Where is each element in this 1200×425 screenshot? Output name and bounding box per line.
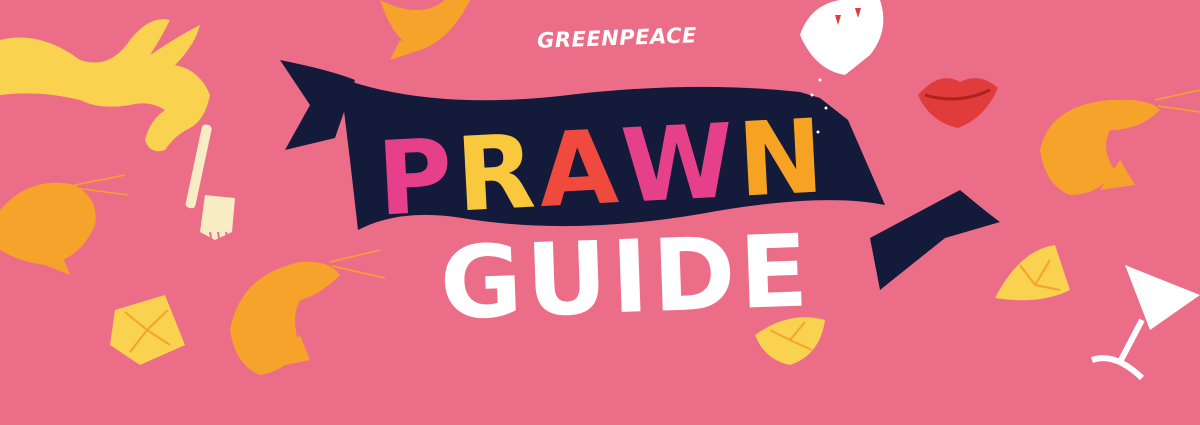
title-letter: N (734, 97, 827, 221)
prawn-icon (380, 0, 470, 60)
title-letter: A (535, 108, 621, 232)
page-title: P R A W N (374, 89, 827, 240)
title-letter: W (618, 102, 738, 227)
prawn-icon (0, 174, 129, 275)
prawn-icon (1040, 89, 1200, 195)
title-letter: R (453, 112, 538, 236)
prawn-guide-banner: GREENPEACE P R A W N GUIDE (0, 0, 1200, 425)
lemon-slice-icon (995, 245, 1070, 301)
lemon-slice-icon (110, 295, 185, 365)
lips-icon (918, 78, 998, 128)
prawn-icon (230, 249, 386, 375)
title-letter: P (374, 116, 456, 240)
page-subtitle: GUIDE (438, 212, 814, 343)
hand-icon (0, 19, 210, 152)
martini-glass-icon (1091, 265, 1200, 381)
fork-icon (185, 124, 235, 245)
